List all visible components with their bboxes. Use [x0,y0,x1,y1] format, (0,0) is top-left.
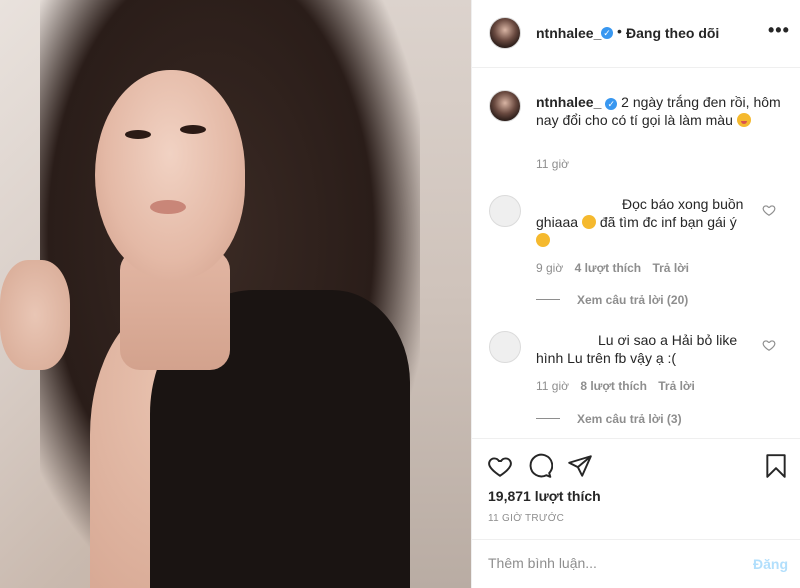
caption-author-avatar[interactable] [489,90,521,122]
verified-badge-icon: ✓ [601,27,613,39]
comment-text: ghiaaa đã tìm đc inf bạn gái ý [536,213,776,231]
like-heart-icon[interactable] [487,453,513,479]
comment-meta: 11 giờ 8 lượt thích Trả lời [536,379,695,393]
author-username[interactable]: ntnhalee_ [536,25,601,41]
comment-likes-count[interactable]: 4 lượt thích [575,261,642,275]
reply-button[interactable]: Trả lời [652,261,689,275]
more-dots-icon[interactable]: ••• [768,20,790,41]
comment-text-line: Lu ơi sao a Hải bỏ like [598,332,738,348]
frowning-emoji-icon [581,215,596,229]
caption-username[interactable]: ntnhalee_ [536,94,601,110]
view-replies-button[interactable]: Xem câu trả lời (20) [577,293,688,307]
likes-count[interactable]: 19,871 lượt thích [488,488,601,504]
post-side-panel: ntnhalee_ ✓ • Đang theo dõi ••• ntnhalee… [471,0,800,588]
post-actions: 19,871 lượt thích 11 GIỜ TRƯỚC Đăng [472,438,800,588]
verified-badge-icon: ✓ [605,98,618,110]
post-caption: ntnhalee_ ✓ 2 ngày trắng đen rồi, hôm na… [536,93,781,129]
comment-emoji-line [536,231,550,249]
add-comment-bar: Đăng [472,539,800,588]
reply-button[interactable]: Trả lời [658,379,695,393]
unamused-emoji-icon [536,233,550,247]
photo-eye [125,130,151,139]
commenter-avatar[interactable] [489,195,521,227]
save-bookmark-icon[interactable] [763,453,789,479]
comment-text-line: đã tìm đc inf bạn gái ý [599,214,737,230]
commenter-avatar[interactable] [489,331,521,363]
post-photo[interactable] [0,0,471,588]
like-comment-heart-icon[interactable] [762,338,776,352]
post-timestamp[interactable]: 11 GIỜ TRƯỚC [488,513,564,524]
comment-bubble-icon[interactable] [527,453,553,479]
comment-text-line: ghiaaa [536,214,579,230]
comment-timestamp[interactable]: 9 giờ [536,261,563,275]
like-comment-heart-icon[interactable] [762,203,776,217]
comment-likes-count[interactable]: 8 lượt thích [580,379,647,393]
comment-text-line: Đọc báo xong buồn [622,196,744,212]
caption-timestamp[interactable]: 11 giờ [536,157,569,171]
replies-divider [536,299,560,300]
following-button[interactable]: Đang theo dõi [626,25,719,41]
share-direct-icon[interactable] [567,453,593,479]
photo-hand [0,260,70,370]
view-replies-button[interactable]: Xem câu trả lời (3) [577,412,682,426]
photo-face [95,70,245,280]
separator-dot: • [617,23,622,39]
photo-lips [150,200,186,214]
author-avatar[interactable] [489,17,521,49]
replies-divider [536,418,560,419]
comment-timestamp[interactable]: 11 giờ [536,379,569,393]
post-comment-button[interactable]: Đăng [753,556,788,572]
post-header: ntnhalee_ ✓ • Đang theo dõi ••• [472,0,800,68]
comment-meta: 9 giờ 4 lượt thích Trả lời [536,261,689,275]
tongue-emoji-icon [736,113,751,127]
comment-text: hình Lu trên fb vậy ạ :( [536,349,776,367]
photo-eye [180,125,206,134]
comment-text-line: hình Lu trên fb vậy ạ :( [536,350,677,366]
comment-input[interactable] [488,555,738,571]
